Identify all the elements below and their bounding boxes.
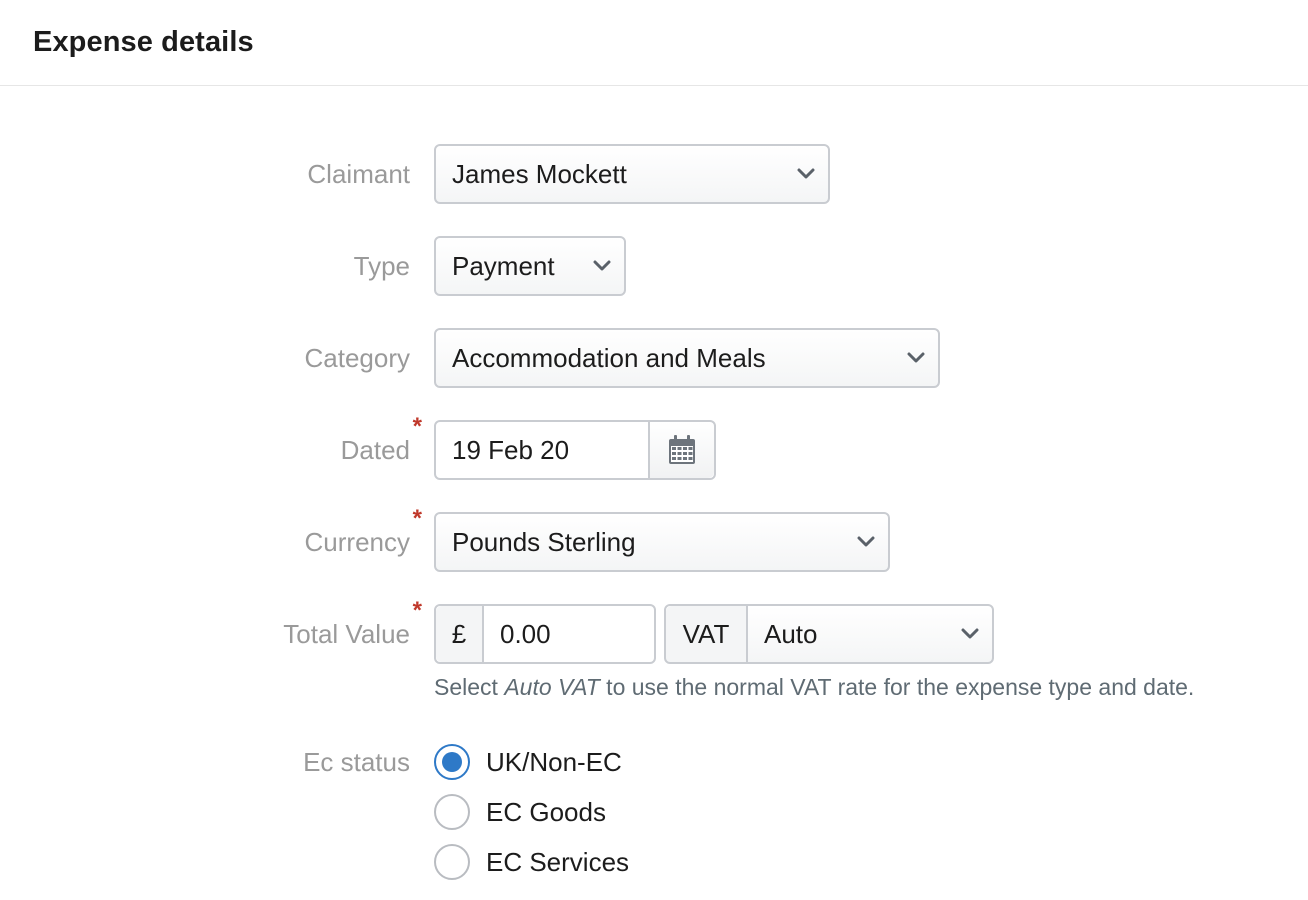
help-prefix: Select xyxy=(434,674,505,700)
amount-input[interactable]: 0.00 xyxy=(484,619,654,650)
calendar-button[interactable] xyxy=(648,422,714,478)
radio-ec-services[interactable]: EC Services xyxy=(434,842,629,882)
vat-select[interactable]: Auto xyxy=(748,619,948,650)
page-title: Expense details xyxy=(33,26,254,58)
amount-input-group: £ 0.00 xyxy=(434,604,656,664)
category-value: Accommodation and Meals xyxy=(452,342,766,373)
radio-button[interactable] xyxy=(434,794,470,830)
dated-label-text: Dated xyxy=(340,435,410,465)
currency-label: Currency xyxy=(304,527,410,557)
calendar-icon xyxy=(669,435,695,464)
help-suffix: to use the normal VAT rate for the expen… xyxy=(599,674,1195,700)
chevron-down-icon xyxy=(894,352,938,364)
radio-label: EC Services xyxy=(486,846,630,877)
page-header: Expense details xyxy=(0,0,1308,86)
vat-label: VAT xyxy=(666,606,748,662)
required-marker: * xyxy=(412,505,422,532)
chevron-down-icon xyxy=(844,536,888,548)
type-label: Type xyxy=(353,251,410,281)
type-select[interactable]: Payment xyxy=(434,236,626,296)
type-value: Payment xyxy=(452,250,555,281)
dated-label: Dated xyxy=(0,420,410,480)
currency-symbol: £ xyxy=(436,606,484,662)
required-marker: * xyxy=(412,597,422,624)
vat-help-text: Select Auto VAT to use the normal VAT ra… xyxy=(434,674,1194,701)
radio-selected-dot xyxy=(442,752,462,772)
date-input[interactable]: 19 Feb 20 xyxy=(436,435,648,466)
chevron-down-icon xyxy=(580,260,624,272)
currency-select[interactable]: Pounds Sterling xyxy=(434,512,890,572)
radio-button[interactable] xyxy=(434,744,470,780)
vat-input-group: VAT Auto xyxy=(664,604,994,664)
required-marker: * xyxy=(412,413,422,440)
radio-uk-non-ec[interactable]: UK/Non-EC xyxy=(434,742,622,782)
claimant-label: Claimant xyxy=(307,159,410,189)
total-value-label: Total Value xyxy=(283,619,410,649)
claimant-select[interactable]: James Mockett xyxy=(434,144,830,204)
radio-label: UK/Non-EC xyxy=(486,746,622,777)
category-select[interactable]: Accommodation and Meals xyxy=(434,328,940,388)
chevron-down-icon xyxy=(784,168,828,180)
radio-ec-goods[interactable]: EC Goods xyxy=(434,792,606,832)
currency-value: Pounds Sterling xyxy=(452,526,636,557)
radio-label: EC Goods xyxy=(486,796,606,827)
claimant-value: James Mockett xyxy=(452,158,627,189)
help-emphasis: Auto VAT xyxy=(504,674,600,700)
date-field: 19 Feb 20 xyxy=(434,420,716,480)
category-label: Category xyxy=(304,343,411,373)
chevron-down-icon xyxy=(948,628,992,640)
ec-status-label: Ec status xyxy=(303,747,410,777)
radio-button[interactable] xyxy=(434,844,470,880)
